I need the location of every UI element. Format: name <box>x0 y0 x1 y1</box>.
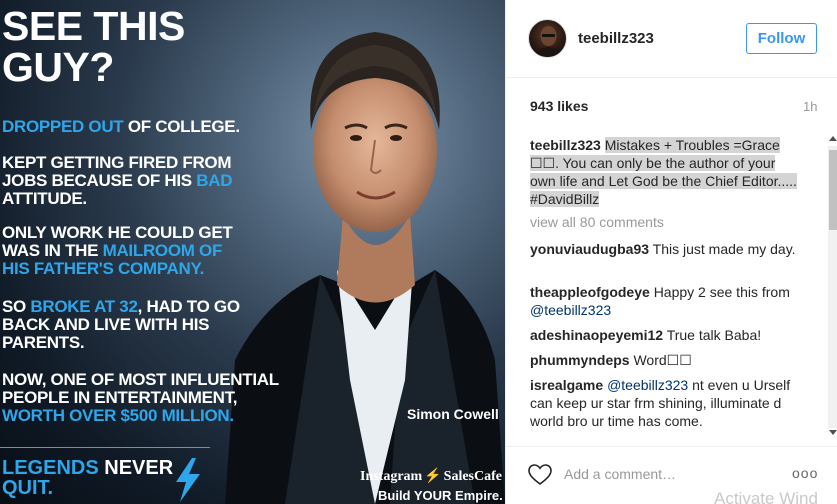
comments-list: teebillz323 Mistakes + Troubles =Grace ☐… <box>506 134 826 436</box>
likes-count[interactable]: 943 likes <box>530 98 588 114</box>
poster-paragraph-2: KEPT GETTING FIRED FROM JOBS BECAUSE OF … <box>2 153 233 208</box>
poster-divider <box>0 447 210 448</box>
poster-tagline: LEGENDS NEVER QUIT. <box>2 457 174 499</box>
poster-paragraph-5: NOW, ONE OF MOST INFLUENTIAL PEOPLE IN E… <box>2 370 279 425</box>
man-portrait-illustration <box>225 32 505 504</box>
poster-paragraph-3: ONLY WORK HE COULD GET WAS IN THE MAILRO… <box>2 223 233 278</box>
poster-paragraph-1: DROPPED OUT OF COLLEGE. <box>2 117 240 136</box>
comment-bar: Add a comment… ooo Activate Wind <box>506 446 837 504</box>
view-all-comments-link[interactable]: view all 80 comments <box>530 214 664 230</box>
post-caption: teebillz323 Mistakes + Troubles =Grace ☐… <box>530 136 798 208</box>
poster-headline: SEE THIS GUY? <box>2 3 185 90</box>
scroll-down-arrow-icon[interactable] <box>829 430 837 435</box>
poster-name-caption: Simon Cowell <box>407 406 499 422</box>
post-header: teebillz323 Follow <box>506 0 837 78</box>
user-avatar-icon <box>533 26 564 57</box>
list-item: phummyndeps Word☐☐ <box>530 352 692 368</box>
scroll-up-arrow-icon[interactable] <box>829 136 837 141</box>
list-item: yonuviaudugba93 This just made my day. <box>530 241 796 257</box>
list-item: theappleofgodeye Happy 2 see this from @… <box>530 284 790 318</box>
activate-windows-watermark: Activate Wind <box>714 489 818 504</box>
list-item: isrealgame @teebillz323 nt even u Urself… <box>530 377 791 429</box>
post-username[interactable]: teebillz323 <box>578 30 654 47</box>
avatar[interactable] <box>528 19 567 58</box>
poster-brand: Instagram ⚡ SalesCafe Build YOUR Empire. <box>360 469 503 503</box>
post-details-panel: teebillz323 Follow 943 likes 1h teebillz… <box>505 0 837 504</box>
comments-scrollbar[interactable] <box>826 134 837 438</box>
more-options-icon[interactable]: ooo <box>792 465 818 481</box>
lightning-bolt-icon <box>176 458 200 502</box>
follow-button[interactable]: Follow <box>746 23 817 54</box>
caption-username[interactable]: teebillz323 <box>530 137 601 153</box>
scrollbar-thumb[interactable] <box>829 150 837 230</box>
instagram-post-view: SEE THIS GUY? DROPPED OUT OF COLLEGE. KE… <box>0 0 837 504</box>
list-item: adeshinaopeyemi12 True talk Baba! <box>530 327 762 343</box>
poster-paragraph-4: SO BROKE AT 32, HAD TO GO BACK AND LIVE … <box>2 297 240 352</box>
heart-icon[interactable] <box>528 464 552 486</box>
post-timestamp[interactable]: 1h <box>803 99 817 114</box>
add-comment-input[interactable]: Add a comment… <box>564 466 676 482</box>
post-image[interactable]: SEE THIS GUY? DROPPED OUT OF COLLEGE. KE… <box>0 0 505 504</box>
